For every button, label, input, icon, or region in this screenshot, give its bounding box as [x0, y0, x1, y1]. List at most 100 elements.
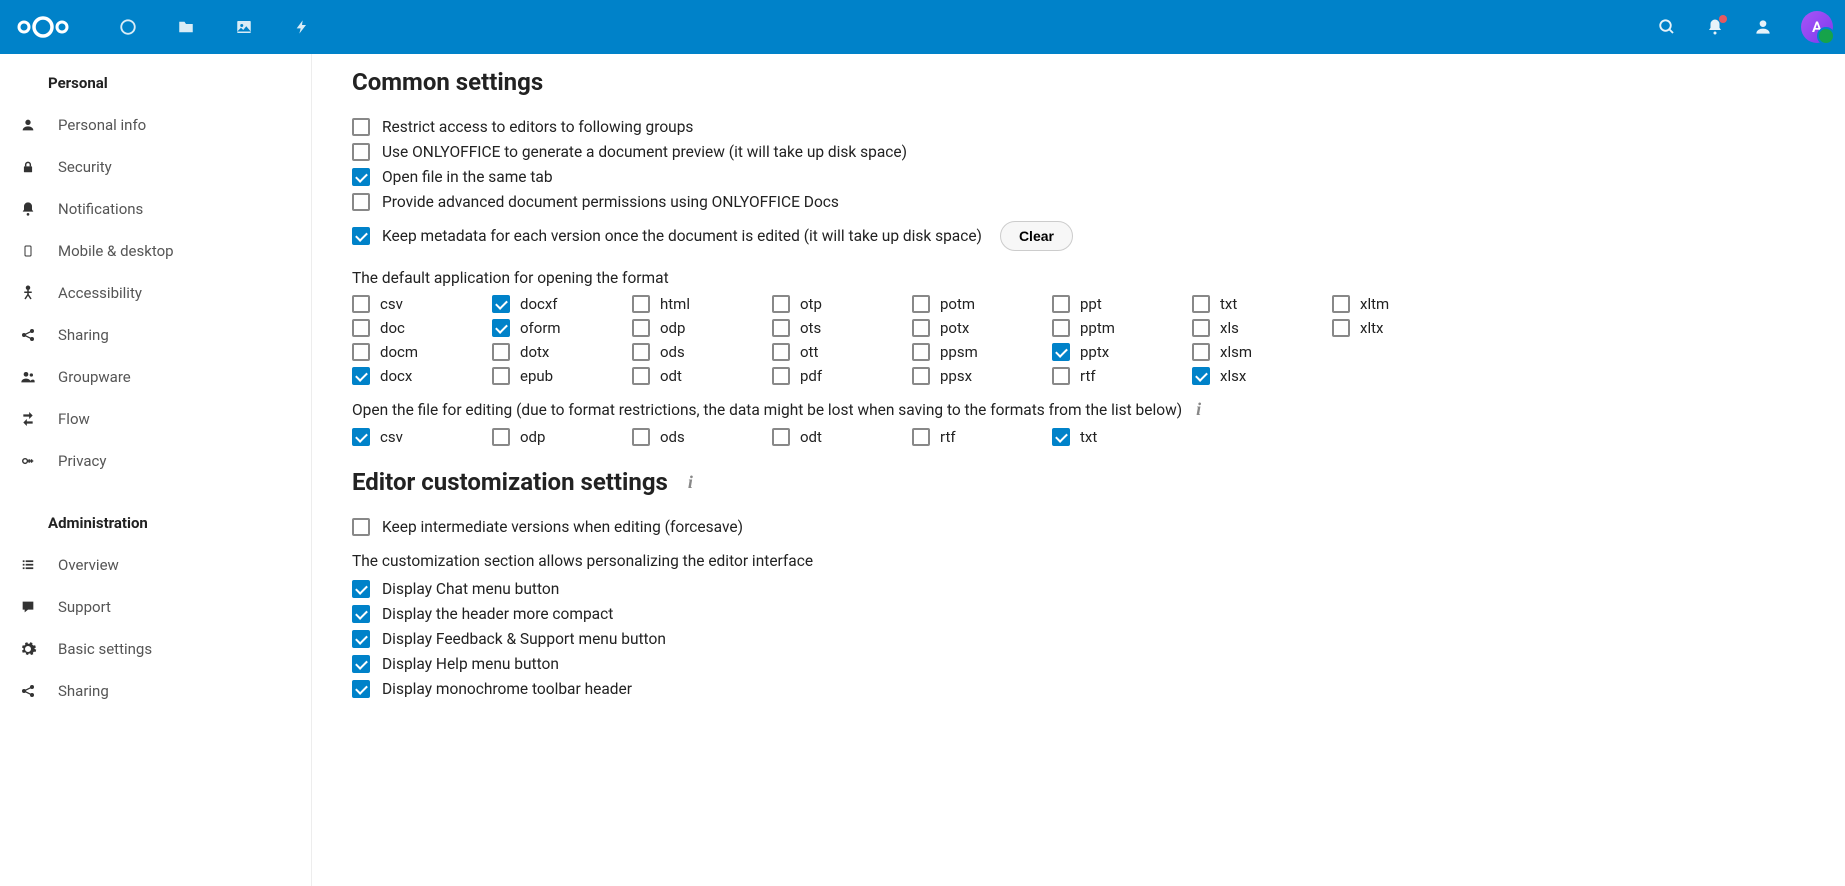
- header-right: A: [1657, 11, 1833, 43]
- chat-icon: [18, 599, 38, 615]
- avatar-initial: A: [1812, 18, 1822, 36]
- checkbox-format-xltx[interactable]: [1332, 319, 1350, 337]
- checkbox-format-ppt[interactable]: [1052, 295, 1070, 313]
- format-label: otp: [800, 295, 822, 313]
- sidebar-item-privacy[interactable]: Privacy: [0, 440, 311, 482]
- format-label: doc: [380, 319, 405, 337]
- checkbox-format-ots[interactable]: [772, 319, 790, 337]
- checkbox-format-html[interactable]: [632, 295, 650, 313]
- activity-icon[interactable]: [292, 17, 312, 37]
- sidebar-item-flow[interactable]: Flow: [0, 398, 311, 440]
- checkbox-format-csv[interactable]: [352, 295, 370, 313]
- dashboard-icon[interactable]: [118, 17, 138, 37]
- format-label: ots: [800, 319, 821, 337]
- sidebar-item-accessibility[interactable]: Accessibility: [0, 272, 311, 314]
- checkbox-format-xltm[interactable]: [1332, 295, 1350, 313]
- checkbox-format-dotx[interactable]: [492, 343, 510, 361]
- checkbox-format-docm[interactable]: [352, 343, 370, 361]
- clear-button[interactable]: Clear: [1000, 221, 1073, 251]
- format-label: ppsm: [940, 343, 978, 361]
- format-label: docxf: [520, 295, 558, 313]
- checkbox-metadata[interactable]: [352, 227, 370, 245]
- checkbox-editformat-csv[interactable]: [352, 428, 370, 446]
- checkbox[interactable]: [352, 655, 370, 673]
- files-icon[interactable]: [176, 17, 196, 37]
- info-icon[interactable]: i: [688, 472, 693, 493]
- format-label: odt: [800, 428, 822, 446]
- checkbox-format-epub[interactable]: [492, 367, 510, 385]
- checkbox[interactable]: [352, 630, 370, 648]
- sidebar-item-overview[interactable]: Overview: [0, 544, 311, 586]
- checkbox-format-ott[interactable]: [772, 343, 790, 361]
- checkbox-format-docxf[interactable]: [492, 295, 510, 313]
- sidebar-item-label: Overview: [58, 556, 119, 574]
- checkbox-forcesave[interactable]: [352, 518, 370, 536]
- checkbox-format-otp[interactable]: [772, 295, 790, 313]
- edit-formats-label: Open the file for editing (due to format…: [352, 399, 1805, 420]
- format-label: odt: [660, 367, 682, 385]
- format-label: pptx: [1080, 343, 1109, 361]
- sidebar-item-label: Notifications: [58, 200, 143, 218]
- checkbox-editformat-odp[interactable]: [492, 428, 510, 446]
- search-icon[interactable]: [1657, 17, 1677, 37]
- format-label: ppsx: [940, 367, 972, 385]
- sidebar-item-groupware[interactable]: Groupware: [0, 356, 311, 398]
- checkbox-editformat-rtf[interactable]: [912, 428, 930, 446]
- sidebar-item-notifications[interactable]: Notifications: [0, 188, 311, 230]
- checkbox-format-docx[interactable]: [352, 367, 370, 385]
- checkbox-format-pdf[interactable]: [772, 367, 790, 385]
- checkbox-format-xlsx[interactable]: [1192, 367, 1210, 385]
- sidebar-item-label: Personal info: [58, 116, 146, 134]
- checkbox-editformat-odt[interactable]: [772, 428, 790, 446]
- photos-icon[interactable]: [234, 17, 254, 37]
- checkbox-format-potm[interactable]: [912, 295, 930, 313]
- checkbox-format-ods[interactable]: [632, 343, 650, 361]
- sidebar-item-sharing[interactable]: Sharing: [0, 670, 311, 712]
- checkbox-format-doc[interactable]: [352, 319, 370, 337]
- checkbox[interactable]: [352, 193, 370, 211]
- checkbox-format-ppsm[interactable]: [912, 343, 930, 361]
- checkbox[interactable]: [352, 680, 370, 698]
- sidebar-item-mobile-desktop[interactable]: Mobile & desktop: [0, 230, 311, 272]
- checkbox-format-pptx[interactable]: [1052, 343, 1070, 361]
- checkbox-format-ppsx[interactable]: [912, 367, 930, 385]
- sidebar-item-basic-settings[interactable]: Basic settings: [0, 628, 311, 670]
- sidebar-item-personal-info[interactable]: Personal info: [0, 104, 311, 146]
- avatar[interactable]: A: [1801, 11, 1833, 43]
- checkbox-format-potx[interactable]: [912, 319, 930, 337]
- lock-icon: [18, 159, 38, 175]
- notifications-icon[interactable]: [1705, 17, 1725, 37]
- users-icon: [18, 369, 38, 385]
- label-forcesave: Keep intermediate versions when editing …: [382, 518, 743, 536]
- sidebar-item-security[interactable]: Security: [0, 146, 311, 188]
- checkbox-format-odt[interactable]: [632, 367, 650, 385]
- checkbox[interactable]: [352, 580, 370, 598]
- format-label: docm: [380, 343, 418, 361]
- checkbox[interactable]: [352, 118, 370, 136]
- checkbox[interactable]: [352, 605, 370, 623]
- checkbox-editformat-txt[interactable]: [1052, 428, 1070, 446]
- checkbox-label: Restrict access to editors to following …: [382, 118, 693, 136]
- checkbox-editformat-ods[interactable]: [632, 428, 650, 446]
- format-label: potx: [940, 319, 969, 337]
- app-logo[interactable]: [12, 10, 74, 44]
- contacts-icon[interactable]: [1753, 17, 1773, 37]
- format-label: xltx: [1360, 319, 1383, 337]
- sidebar-item-support[interactable]: Support: [0, 586, 311, 628]
- checkbox-format-xlsm[interactable]: [1192, 343, 1210, 361]
- format-grid: csvdocxfhtmlotppotmppttxtxltmdocoformodp…: [352, 295, 1805, 385]
- checkbox-label: Display Help menu button: [382, 655, 559, 673]
- sidebar-item-label: Flow: [58, 410, 90, 428]
- checkbox[interactable]: [352, 143, 370, 161]
- checkbox-format-odp[interactable]: [632, 319, 650, 337]
- app-nav: [118, 17, 312, 37]
- checkbox-format-rtf[interactable]: [1052, 367, 1070, 385]
- checkbox[interactable]: [352, 168, 370, 186]
- format-label: odp: [520, 428, 545, 446]
- sidebar-item-sharing[interactable]: Sharing: [0, 314, 311, 356]
- checkbox-format-pptm[interactable]: [1052, 319, 1070, 337]
- info-icon[interactable]: i: [1196, 399, 1201, 420]
- checkbox-format-xls[interactable]: [1192, 319, 1210, 337]
- checkbox-format-oform[interactable]: [492, 319, 510, 337]
- checkbox-format-txt[interactable]: [1192, 295, 1210, 313]
